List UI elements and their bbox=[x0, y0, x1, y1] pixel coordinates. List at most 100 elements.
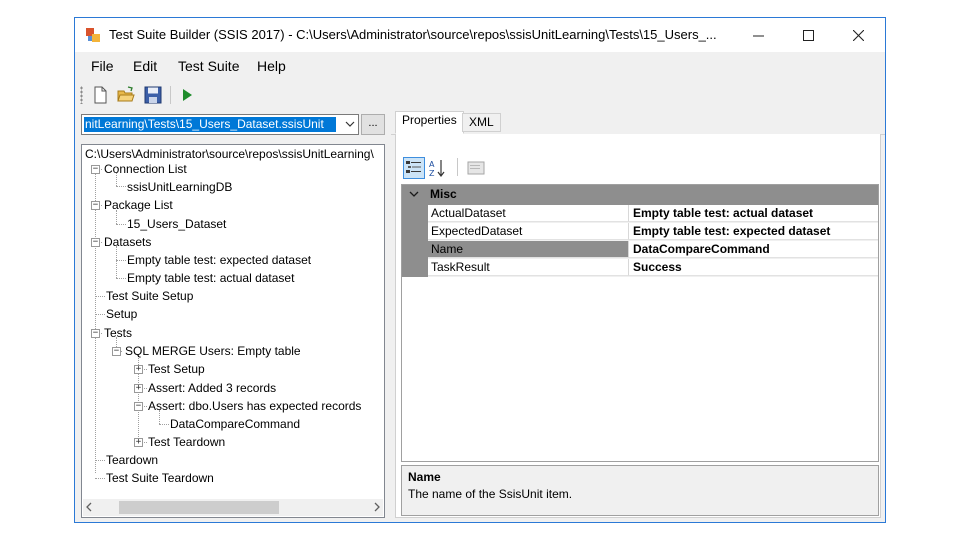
tree-connector bbox=[116, 246, 117, 278]
property-value[interactable]: DataCompareCommand bbox=[629, 241, 878, 258]
tree-item-dataset-expected[interactable]: Empty table test: expected dataset bbox=[127, 253, 311, 267]
sort-alphabetical-icon: A Z bbox=[429, 160, 445, 178]
maximize-button[interactable] bbox=[785, 18, 831, 52]
tab-xml[interactable]: XML bbox=[462, 113, 501, 132]
new-button[interactable] bbox=[90, 85, 110, 105]
tree-connector bbox=[116, 260, 126, 261]
chevron-down-icon[interactable] bbox=[408, 187, 420, 204]
menu-bar: File Edit Test Suite Help bbox=[75, 55, 885, 79]
tree-item-package[interactable]: 15_Users_Dataset bbox=[127, 217, 226, 231]
collapse-icon[interactable]: − bbox=[91, 201, 100, 210]
tree-item-connection[interactable]: ssisUnitLearningDB bbox=[127, 180, 232, 194]
property-pages-button[interactable] bbox=[465, 157, 487, 179]
property-row[interactable]: ActualDataset Empty table test: actual d… bbox=[402, 205, 878, 223]
expand-icon[interactable]: + bbox=[134, 365, 143, 374]
menu-file[interactable]: File bbox=[91, 58, 114, 74]
app-icon bbox=[86, 28, 100, 42]
browse-button[interactable]: ... bbox=[361, 114, 385, 135]
tree-item-test-setup[interactable]: Test Setup bbox=[148, 362, 205, 376]
tree-connector bbox=[95, 478, 105, 479]
chevron-down-icon[interactable] bbox=[345, 116, 355, 135]
tree-item-package-list[interactable]: Package List bbox=[104, 198, 173, 212]
tree-connector bbox=[116, 224, 126, 225]
tree-item-test-teardown[interactable]: Test Teardown bbox=[148, 435, 225, 449]
toolbar-separator bbox=[457, 158, 458, 176]
tree-connector bbox=[95, 314, 105, 315]
collapse-icon[interactable]: − bbox=[134, 402, 143, 411]
property-name[interactable]: ExpectedDataset bbox=[428, 223, 629, 240]
tree-item-connection-list[interactable]: Connection List bbox=[104, 162, 187, 176]
property-row-margin bbox=[402, 223, 428, 241]
test-suite-tree[interactable]: − − − − − + + − + C:\Users\Administrator… bbox=[81, 144, 385, 518]
minimize-button[interactable] bbox=[735, 18, 781, 52]
property-row-margin bbox=[402, 205, 428, 223]
save-button[interactable] bbox=[143, 85, 163, 105]
collapse-icon[interactable]: − bbox=[91, 165, 100, 174]
close-icon bbox=[852, 29, 864, 41]
menu-help[interactable]: Help bbox=[257, 58, 286, 74]
path-combo-value: nitLearning\Tests\15_Users_Dataset.ssisU… bbox=[84, 117, 336, 132]
scrollbar-thumb[interactable] bbox=[119, 501, 279, 514]
property-row[interactable]: ExpectedDataset Empty table test: expect… bbox=[402, 223, 878, 241]
scroll-left-icon[interactable] bbox=[85, 500, 93, 517]
close-button[interactable] bbox=[835, 18, 881, 52]
tree-item-test-suite-teardown[interactable]: Test Suite Teardown bbox=[106, 471, 214, 485]
tree-connector bbox=[95, 173, 96, 473]
test-suite-path-combo[interactable]: nitLearning\Tests\15_Users_Dataset.ssisU… bbox=[81, 114, 359, 135]
tree-item-assert-users[interactable]: Assert: dbo.Users has expected records bbox=[148, 399, 361, 413]
property-row[interactable]: TaskResult Success bbox=[402, 259, 878, 277]
run-icon bbox=[183, 89, 192, 101]
toolbar-grip[interactable] bbox=[80, 86, 83, 104]
categorized-button[interactable] bbox=[403, 157, 425, 179]
scroll-right-icon[interactable] bbox=[373, 500, 381, 517]
horizontal-scrollbar[interactable] bbox=[83, 499, 383, 516]
main-window: Test Suite Builder (SSIS 2017) - C:\User… bbox=[74, 17, 886, 523]
tree-item-tests[interactable]: Tests bbox=[104, 326, 132, 340]
property-help-pane: Name The name of the SsisUnit item. bbox=[401, 465, 879, 516]
help-title: Name bbox=[408, 470, 441, 484]
expand-icon[interactable]: + bbox=[134, 384, 143, 393]
tree-item-datasets[interactable]: Datasets bbox=[104, 235, 151, 249]
menu-edit[interactable]: Edit bbox=[133, 58, 157, 74]
tree-item-setup[interactable]: Setup bbox=[106, 307, 137, 321]
collapse-icon[interactable]: − bbox=[112, 347, 121, 356]
collapse-icon[interactable]: − bbox=[91, 238, 100, 247]
tree-item-test-suite-setup[interactable]: Test Suite Setup bbox=[106, 289, 193, 303]
property-value[interactable]: Empty table test: expected dataset bbox=[629, 223, 878, 240]
category-row-misc[interactable]: Misc bbox=[402, 185, 878, 205]
tree-connector bbox=[116, 278, 126, 279]
property-value[interactable]: Empty table test: actual dataset bbox=[629, 205, 878, 222]
tree-item-teardown[interactable]: Teardown bbox=[106, 453, 158, 467]
tab-properties[interactable]: Properties bbox=[395, 111, 464, 134]
alphabetical-button[interactable]: A Z bbox=[427, 157, 449, 179]
tree-connector bbox=[116, 186, 126, 187]
left-panel: nitLearning\Tests\15_Users_Dataset.ssisU… bbox=[79, 110, 385, 518]
window-title: Test Suite Builder (SSIS 2017) - C:\User… bbox=[109, 27, 717, 42]
property-row-selected[interactable]: Name DataCompareCommand bbox=[402, 241, 878, 259]
property-name[interactable]: Name bbox=[428, 241, 629, 258]
expand-icon[interactable]: + bbox=[134, 438, 143, 447]
property-row-margin bbox=[402, 241, 428, 259]
run-button[interactable] bbox=[177, 85, 197, 105]
property-grid-toolbar: A Z bbox=[399, 155, 879, 181]
help-description: The name of the SsisUnit item. bbox=[408, 487, 573, 501]
property-pages-icon bbox=[467, 161, 485, 175]
toolbar bbox=[75, 82, 885, 108]
property-grid-empty-area bbox=[402, 277, 878, 461]
menu-test-suite[interactable]: Test Suite bbox=[178, 58, 239, 74]
tree-item-test-case[interactable]: SQL MERGE Users: Empty table bbox=[125, 344, 301, 358]
collapse-icon[interactable]: − bbox=[91, 329, 100, 338]
property-name[interactable]: TaskResult bbox=[428, 259, 629, 276]
property-grid[interactable]: Misc ActualDataset Empty table test: act… bbox=[401, 184, 879, 462]
property-row-margin bbox=[402, 259, 428, 277]
title-bar[interactable]: Test Suite Builder (SSIS 2017) - C:\User… bbox=[75, 18, 885, 52]
property-name[interactable]: ActualDataset bbox=[428, 205, 629, 222]
tree-item-dataset-actual[interactable]: Empty table test: actual dataset bbox=[127, 271, 294, 285]
tree-connector bbox=[116, 210, 117, 224]
tree-item-data-compare-command[interactable]: DataCompareCommand bbox=[170, 417, 300, 431]
tree-item-assert-added[interactable]: Assert: Added 3 records bbox=[148, 381, 276, 395]
property-value[interactable]: Success bbox=[629, 259, 878, 276]
tree-root-path[interactable]: C:\Users\Administrator\source\repos\ssis… bbox=[85, 147, 374, 161]
open-button[interactable] bbox=[116, 85, 136, 105]
right-panel: Properties XML A Z Misc ActualDataset Em… bbox=[391, 110, 885, 522]
